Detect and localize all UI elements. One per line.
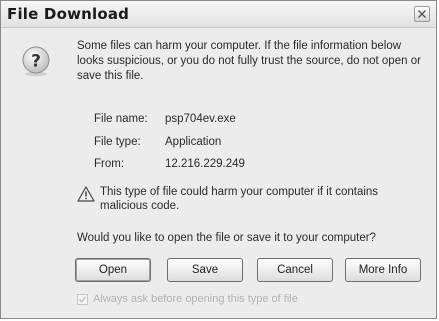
checkmark-icon — [79, 296, 86, 303]
close-button[interactable] — [414, 6, 430, 22]
question-text: Would you like to open the file or save … — [77, 232, 376, 244]
file-type-label: File type: — [94, 136, 141, 148]
intro-message: Some files can harm your computer. If th… — [77, 40, 421, 82]
always-ask-checkbox[interactable] — [77, 294, 88, 305]
always-ask-label: Always ask before opening this type of f… — [93, 293, 298, 305]
from-value: 12.216.229.249 — [165, 158, 245, 170]
warning-message: This type of file could harm your comput… — [100, 186, 379, 212]
more-info-button[interactable]: More Info — [345, 258, 421, 282]
cancel-button[interactable]: Cancel — [257, 258, 333, 282]
svg-text:?: ? — [31, 52, 41, 72]
question-mark-icon: ? — [22, 46, 50, 77]
from-label: From: — [94, 158, 125, 170]
save-button[interactable]: Save — [167, 258, 243, 282]
title-bar[interactable]: File Download — [1, 1, 436, 28]
close-icon — [418, 10, 426, 18]
file-name-value: psp704ev.exe — [165, 113, 236, 125]
file-type-value: Application — [165, 136, 222, 148]
dialog-title: File Download — [7, 5, 130, 23]
warning-triangle-icon — [77, 186, 95, 202]
file-download-dialog: File Download ? Some files can harm your… — [0, 0, 437, 319]
file-name-label: File name: — [94, 113, 148, 125]
open-button[interactable]: Open — [75, 258, 151, 282]
